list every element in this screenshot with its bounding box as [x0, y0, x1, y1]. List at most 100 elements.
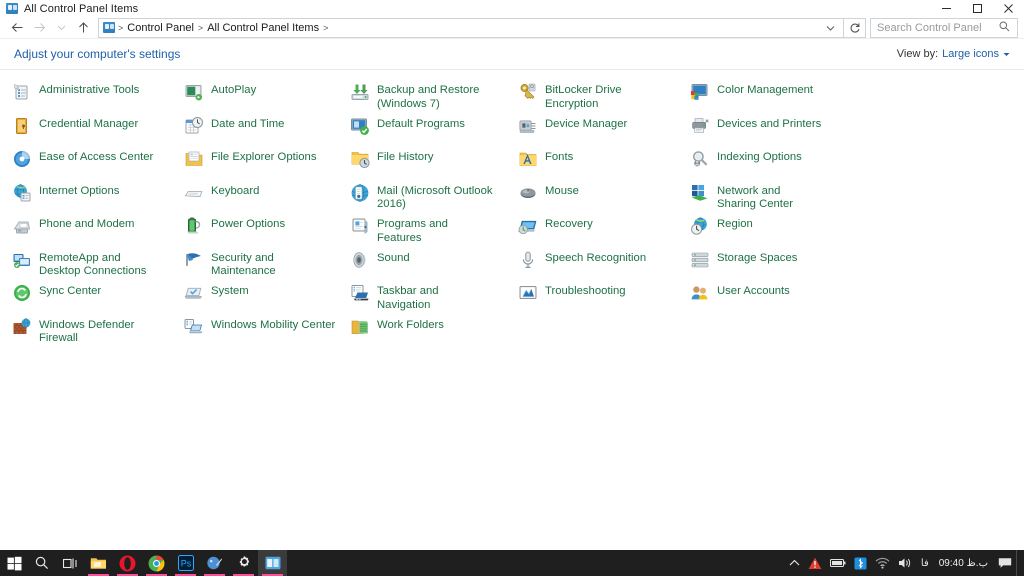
control-panel-item[interactable]: Date and Time — [184, 114, 350, 148]
control-panel-item[interactable]: RemoteApp and Desktop Connections — [12, 248, 184, 282]
control-panel-item[interactable]: File Explorer Options — [184, 147, 350, 181]
control-panel-item[interactable]: Troubleshooting — [518, 281, 690, 315]
control-panel-item[interactable]: Keyboard — [184, 181, 350, 215]
battery-icon[interactable] — [826, 550, 850, 576]
action-center-icon[interactable] — [994, 550, 1016, 576]
control-panel-item-label[interactable]: Power Options — [211, 216, 285, 232]
control-panel-item[interactable]: Work Folders — [350, 315, 518, 349]
breadcrumb-item-control-panel[interactable]: Control Panel — [124, 22, 197, 34]
refresh-button[interactable] — [844, 17, 866, 38]
chevron-down-icon[interactable] — [1003, 50, 1010, 59]
file-history-icon[interactable] — [350, 149, 370, 169]
control-panel-item[interactable]: Default Programs — [350, 114, 518, 148]
sound-icon[interactable] — [350, 250, 370, 270]
control-panel-item-label[interactable]: Work Folders — [377, 317, 444, 333]
control-panel-item[interactable]: BitLocker Drive Encryption — [518, 80, 690, 114]
control-panel-item[interactable]: Network and Sharing Center — [690, 181, 870, 215]
volume-icon[interactable] — [894, 550, 917, 576]
breadcrumb[interactable]: > Control Panel > All Control Panel Item… — [98, 17, 844, 38]
control-panel-item-label[interactable]: Phone and Modem — [39, 216, 134, 232]
recovery-icon[interactable] — [518, 216, 538, 236]
start-button[interactable] — [0, 550, 28, 576]
control-panel-item-label[interactable]: Programs and Features — [377, 216, 495, 245]
control-panel-item[interactable]: Color Management — [690, 80, 870, 114]
control-panel-item-label[interactable]: Network and Sharing Center — [717, 183, 822, 212]
control-panel-item[interactable]: Storage Spaces — [690, 248, 870, 282]
maximize-button[interactable] — [962, 0, 993, 17]
mail-icon[interactable] — [350, 183, 370, 203]
control-panel-item-label[interactable]: Recovery — [545, 216, 593, 232]
show-hidden-icons-button[interactable] — [785, 550, 804, 576]
network-and-sharing-icon[interactable] — [690, 183, 710, 203]
devices-and-printers-icon[interactable] — [690, 116, 710, 136]
control-panel-item[interactable]: Phone and Modem — [12, 214, 184, 248]
back-button[interactable] — [6, 18, 28, 38]
date-and-time-icon[interactable] — [184, 116, 204, 136]
breadcrumb-separator[interactable]: > — [197, 23, 204, 33]
taskbar-app-chrome[interactable] — [142, 550, 171, 576]
ease-of-access-icon[interactable] — [12, 149, 32, 169]
mouse-icon[interactable] — [518, 183, 538, 203]
system-icon[interactable] — [184, 283, 204, 303]
control-panel-item-label[interactable]: AutoPlay — [211, 82, 256, 98]
network-icon[interactable] — [871, 550, 894, 576]
control-panel-item-label[interactable]: File History — [377, 149, 434, 165]
control-panel-item-label[interactable]: Mouse — [545, 183, 579, 199]
task-view-button[interactable] — [56, 550, 84, 576]
taskbar-and-navigation-icon[interactable] — [350, 283, 370, 303]
clock[interactable]: 09:40 ب.ظ — [933, 550, 994, 576]
power-options-icon[interactable] — [184, 216, 204, 236]
control-panel-item-label[interactable]: Ease of Access Center — [39, 149, 153, 165]
control-panel-item-label[interactable]: Fonts — [545, 149, 573, 165]
control-panel-item-label[interactable]: RemoteApp and Desktop Connections — [39, 250, 164, 279]
device-manager-icon[interactable] — [518, 116, 538, 136]
control-panel-item[interactable]: Fonts — [518, 147, 690, 181]
taskbar-app-photoshop[interactable]: Ps — [171, 550, 200, 576]
control-panel-item-label[interactable]: System — [211, 283, 249, 299]
internet-options-icon[interactable] — [12, 183, 32, 203]
breadcrumb-control-panel-icon[interactable] — [103, 22, 115, 33]
close-button[interactable] — [993, 0, 1024, 17]
taskbar-search-button[interactable] — [28, 550, 56, 576]
control-panel-item-label[interactable]: Troubleshooting — [545, 283, 626, 299]
search-box[interactable] — [870, 17, 1018, 38]
file-explorer-options-icon[interactable] — [184, 149, 204, 169]
fonts-icon[interactable] — [518, 149, 538, 169]
control-panel-item[interactable]: Credential Manager — [12, 114, 184, 148]
control-panel-item[interactable]: Devices and Printers — [690, 114, 870, 148]
control-panel-item-label[interactable]: Keyboard — [211, 183, 259, 199]
control-panel-item[interactable]: Recovery — [518, 214, 690, 248]
control-panel-item-label[interactable]: Devices and Printers — [717, 116, 821, 132]
remoteapp-icon[interactable] — [12, 250, 32, 270]
chevron-down-icon[interactable] — [820, 23, 841, 33]
work-folders-icon[interactable] — [350, 317, 370, 337]
windows-defender-firewall-icon[interactable] — [12, 317, 32, 337]
taskbar-app-settings[interactable] — [229, 550, 258, 576]
control-panel-item-label[interactable]: Security and Maintenance — [211, 250, 336, 279]
minimize-button[interactable] — [931, 0, 962, 17]
control-panel-item[interactable]: Backup and Restore (Windows 7) — [350, 80, 518, 114]
control-panel-item-label[interactable]: Sound — [377, 250, 410, 266]
indexing-options-icon[interactable] — [690, 149, 710, 169]
color-management-icon[interactable] — [690, 82, 710, 102]
control-panel-item[interactable]: Programs and Features — [350, 214, 518, 248]
backup-and-restore-icon[interactable] — [350, 82, 370, 102]
control-panel-item[interactable]: AutoPlay — [184, 80, 350, 114]
control-panel-item[interactable]: Windows Mobility Center — [184, 315, 350, 349]
credential-manager-icon[interactable] — [12, 116, 32, 136]
control-panel-item-label[interactable]: Windows Defender Firewall — [39, 317, 164, 346]
default-programs-icon[interactable] — [350, 116, 370, 136]
control-panel-item[interactable]: Power Options — [184, 214, 350, 248]
control-panel-item-label[interactable]: Mail (Microsoft Outlook 2016) — [377, 183, 495, 212]
region-icon[interactable] — [690, 216, 710, 236]
security-and-maintenance-icon[interactable] — [184, 250, 204, 270]
control-panel-item[interactable]: Windows Defender Firewall — [12, 315, 184, 349]
breadcrumb-item-all-control-panel-items[interactable]: All Control Panel Items — [204, 22, 322, 34]
bitlocker-icon[interactable] — [518, 82, 538, 102]
storage-spaces-icon[interactable] — [690, 250, 710, 270]
control-panel-item-label[interactable]: Storage Spaces — [717, 250, 797, 266]
control-panel-item[interactable]: Indexing Options — [690, 147, 870, 181]
administrative-tools-icon[interactable] — [12, 82, 32, 102]
control-panel-item-label[interactable]: Windows Mobility Center — [211, 317, 335, 333]
up-button[interactable] — [72, 18, 94, 38]
